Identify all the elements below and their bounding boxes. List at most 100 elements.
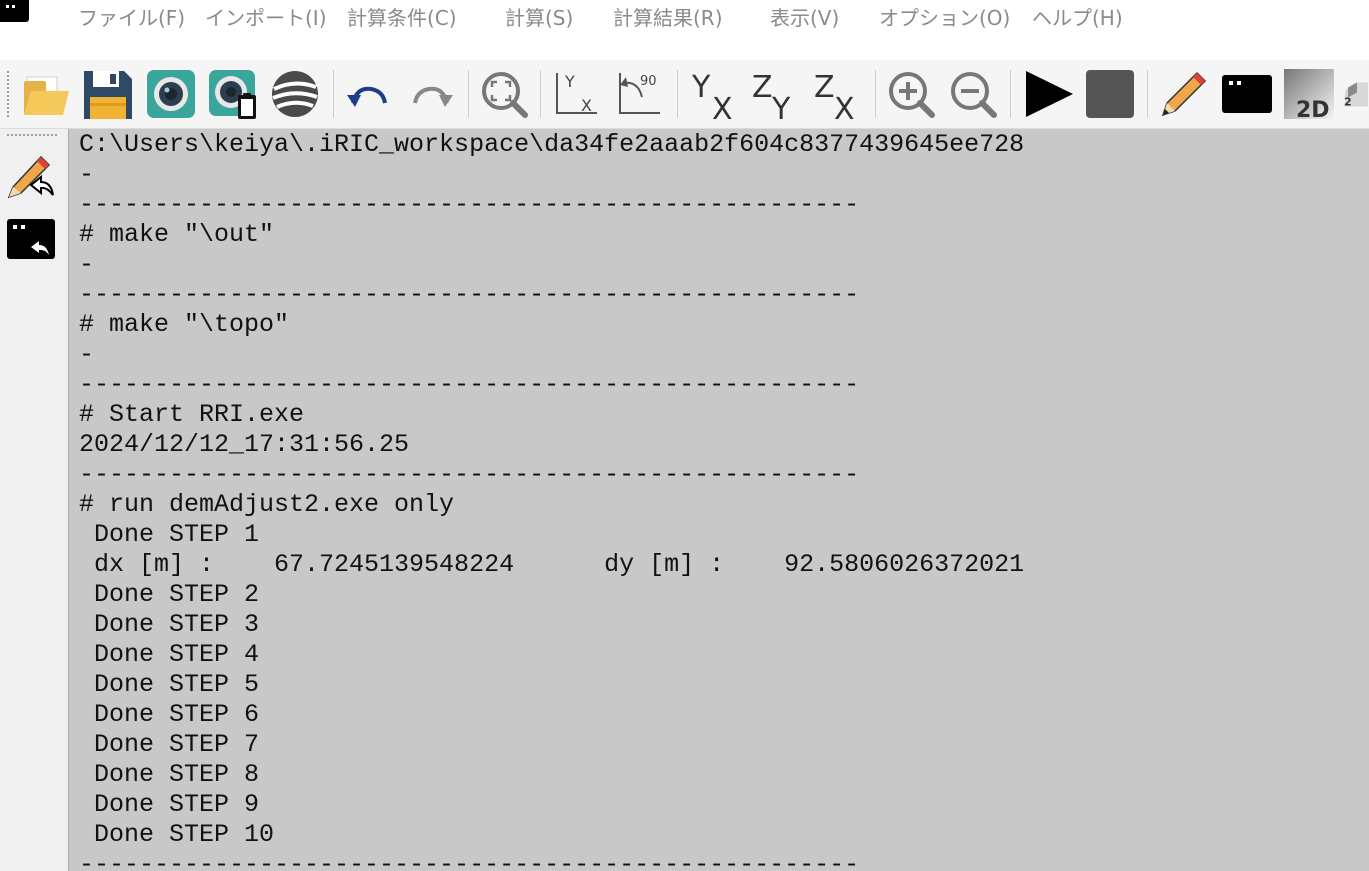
main-toolbar: Y X 90 Y X Z Y Z X 2D 2	[0, 60, 1369, 129]
pencil-icon	[1161, 71, 1207, 117]
post-3d-icon: 2	[1344, 82, 1368, 109]
menu-calc[interactable]: 計算(S)	[505, 4, 573, 32]
post-3d-label: 2	[1344, 96, 1352, 109]
console-line: 2024/12/12_17:31:56.25	[79, 430, 410, 459]
toolbar-grip[interactable]	[6, 70, 11, 118]
toolbar-separator	[1147, 70, 1148, 118]
svg-text:Y: Y	[564, 72, 575, 91]
menu-view[interactable]: 表示(V)	[770, 4, 839, 32]
console-line: Done STEP 8	[79, 760, 260, 789]
console-return-icon	[7, 219, 55, 259]
to-console-button[interactable]	[5, 213, 57, 265]
view-zy-icon: Z Y	[752, 70, 791, 121]
post-3d-button[interactable]: 2	[1342, 67, 1369, 121]
post-2d-label: 2D	[1296, 98, 1330, 121]
svg-text:Y: Y	[691, 70, 711, 105]
stop-icon	[1086, 70, 1134, 118]
side-toolbar	[0, 129, 64, 871]
console-line: ----------------------------------------…	[79, 190, 860, 219]
console-line: ----------------------------------------…	[79, 280, 860, 309]
console-line: # run demAdjust2.exe only	[79, 490, 455, 519]
google-earth-button[interactable]	[268, 67, 322, 121]
menu-file[interactable]: ファイル(F)	[78, 4, 185, 32]
console-line: # make "\out"	[79, 220, 275, 249]
console-line: # make "\topo"	[79, 310, 290, 339]
toolbar-separator	[1010, 70, 1011, 118]
menu-help[interactable]: ヘルプ(H)	[1032, 4, 1123, 32]
console-line: Done STEP 7	[79, 730, 260, 759]
floppy-disk-icon	[84, 71, 132, 119]
view-zy-button[interactable]: Z Y	[748, 67, 802, 121]
console-line: ----------------------------------------…	[79, 370, 860, 399]
snapshot-clipboard-button[interactable]	[206, 67, 260, 121]
console-line: -	[79, 250, 95, 279]
toolbar-separator	[875, 70, 876, 118]
play-icon	[1026, 71, 1073, 117]
redo-icon	[413, 86, 453, 107]
zoom-fit-button[interactable]	[477, 67, 531, 121]
console-line: Done STEP 6	[79, 700, 260, 729]
console-line: dx [m] : 67.7245139548224 dy [m] : 92.58…	[79, 550, 1025, 579]
save-button[interactable]	[80, 67, 134, 121]
console-line: ----------------------------------------…	[79, 850, 860, 871]
toolbar-separator	[677, 70, 678, 118]
post-2d-button[interactable]: 2D	[1282, 67, 1336, 121]
stop-button[interactable]	[1083, 67, 1137, 121]
run-button[interactable]	[1021, 67, 1075, 121]
console-text: C:\Users\keiya\.iRIC_workspace\da34fe2aa…	[79, 130, 1024, 871]
sidebar-grip[interactable]	[6, 133, 58, 137]
open-button[interactable]	[19, 67, 73, 121]
zoom-in-icon	[889, 72, 935, 118]
console-line: Done STEP 5	[79, 670, 260, 699]
view-zx-icon: Z X	[814, 70, 855, 121]
zoom-in-button[interactable]	[884, 67, 938, 121]
console-line: Done STEP 2	[79, 580, 260, 609]
to-pre-processor-button[interactable]	[5, 151, 57, 203]
console-line: Done STEP 9	[79, 790, 260, 819]
console-line: Done STEP 1	[79, 520, 260, 549]
toolbar-separator	[468, 70, 469, 118]
folder-open-icon	[24, 76, 69, 115]
solver-console-button[interactable]	[1220, 67, 1274, 121]
camera-clipboard-icon	[209, 70, 256, 119]
console-line: Done STEP 4	[79, 640, 260, 669]
menu-import[interactable]: インポート(I)	[205, 4, 327, 32]
svg-text:Z: Z	[752, 70, 773, 105]
axis-reset-button[interactable]: Y X	[549, 67, 603, 121]
svg-text:X: X	[834, 92, 855, 121]
menu-options[interactable]: オプション(O)	[879, 4, 1010, 32]
toolbar-separator	[333, 70, 334, 118]
undo-button[interactable]	[341, 67, 395, 121]
menu-calc-conditions[interactable]: 計算条件(C)	[347, 4, 457, 32]
console-line: -	[79, 340, 95, 369]
svg-text:Z: Z	[814, 70, 835, 105]
console-icon	[1222, 75, 1272, 113]
zoom-out-icon	[951, 72, 997, 118]
globe-icon	[272, 71, 318, 117]
view-yx-button[interactable]: Y X	[688, 67, 742, 121]
menu-calc-results[interactable]: 計算結果(R)	[613, 4, 723, 32]
view-yx-icon: Y X	[691, 70, 733, 121]
console-line: -	[79, 160, 95, 189]
post-2d-icon: 2D	[1284, 69, 1334, 121]
console-line: Done STEP 10	[79, 820, 275, 849]
console-line: Done STEP 3	[79, 610, 260, 639]
rotate-90-icon: 90	[619, 73, 660, 114]
rotate-90-button[interactable]: 90	[612, 67, 666, 121]
svg-text:Y: Y	[771, 92, 791, 121]
zoom-out-button[interactable]	[946, 67, 1000, 121]
svg-text:X: X	[581, 96, 592, 115]
pencil-return-icon	[7, 155, 54, 199]
snapshot-button[interactable]	[144, 67, 198, 121]
rotate-90-label: 90	[640, 74, 657, 89]
pre-processor-button[interactable]	[1157, 67, 1211, 121]
console-line: # Start RRI.exe	[79, 400, 305, 429]
solver-console-output[interactable]: C:\Users\keiya\.iRIC_workspace\da34fe2aa…	[68, 129, 1369, 871]
menu-bar: ファイル(F) インポート(I) 計算条件(C) 計算(S) 計算結果(R) 表…	[0, 0, 1369, 60]
camera-icon	[147, 70, 195, 118]
view-zx-button[interactable]: Z X	[810, 67, 864, 121]
redo-button[interactable]	[405, 67, 459, 121]
zoom-fit-icon	[482, 72, 528, 118]
app-console-icon[interactable]	[0, 0, 29, 22]
undo-icon	[347, 86, 387, 107]
